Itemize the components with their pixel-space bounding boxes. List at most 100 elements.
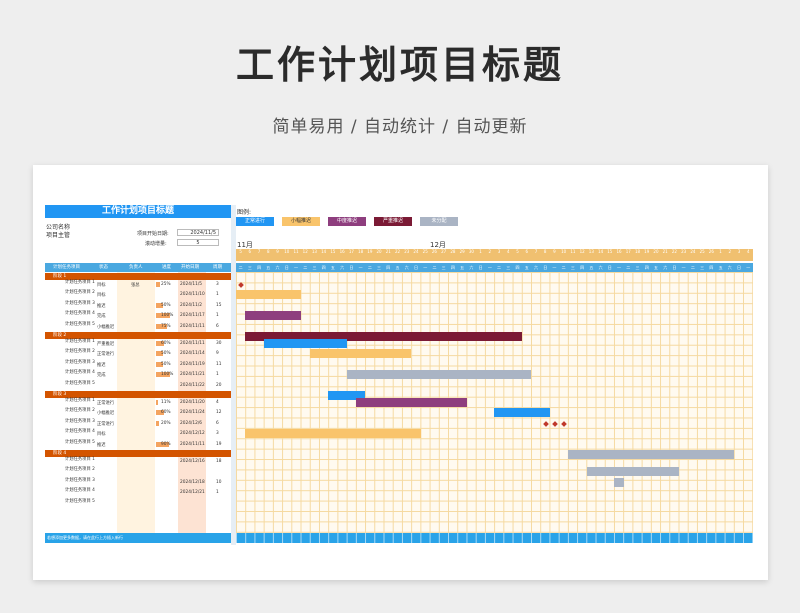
day-number-row: 5 6 7 8 9 10 11 12 13 14 15 16 17 18 19 20 21 22 23 24 25 26 2… xyxy=(236,249,753,256)
table-row[interactable]: 计划任务项目 1 正常进行 11% 2024/11/20 4 xyxy=(45,398,231,408)
day-number: 8 xyxy=(267,249,270,254)
weekday-label: 六 xyxy=(663,265,668,270)
table-row[interactable]: 计划任务项目 4 完成 100% 2024/11/21 1 xyxy=(45,370,231,380)
day-number: 26 xyxy=(431,249,437,254)
weekday-label: 三 xyxy=(312,265,317,270)
start-date-cell: 2024/12/12 xyxy=(180,431,205,437)
progress-cell: 90% xyxy=(161,441,171,447)
weekday-label: 日 xyxy=(543,265,548,270)
day-number: 9 xyxy=(276,249,279,254)
task-name: 计划任务项目 3 xyxy=(65,359,95,365)
table-row[interactable]: 计划任务项目 3 推迟 50% 2024/11/19 11 xyxy=(45,360,231,370)
weekday-label: 日 xyxy=(413,265,418,270)
table-row[interactable]: 计划任务项目 5 2024/11/22 20 xyxy=(45,381,231,391)
progress-cell: 100% xyxy=(161,372,174,378)
weekday-label: 五 xyxy=(266,265,271,270)
scroll-increment-field[interactable]: 5 xyxy=(177,239,219,246)
table-row[interactable]: 计划任务项目 4 目标 2024/12/12 3 xyxy=(45,429,231,439)
table-row[interactable]: 计划任务项目 1 严重推迟 60% 2024/11/11 30 xyxy=(45,339,231,349)
duration-cell: 3 xyxy=(216,282,219,287)
table-row[interactable]: 计划任务项目 3 正常进行 20% 2024/12/6 6 xyxy=(45,419,231,429)
table-row[interactable]: 计划任务项目 2 xyxy=(45,467,231,477)
page-subtitle: 简单易用 / 自动统计 / 自动更新 xyxy=(272,117,528,137)
day-number: 23 xyxy=(681,249,687,254)
weekday-label: 日 xyxy=(672,265,677,270)
weekday-label: 五 xyxy=(330,265,335,270)
weekday-label: 一 xyxy=(293,265,298,270)
weekday-label: 日 xyxy=(349,265,354,270)
day-number: 3 xyxy=(497,249,501,254)
sheet-title: 工作计划项目标题 xyxy=(45,205,231,218)
day-number: 24 xyxy=(690,249,696,254)
gantt-bar xyxy=(355,398,467,407)
scroll-increment-label: 滚动增量: xyxy=(145,241,167,247)
start-date-cell: 2024/11/22 xyxy=(180,382,205,388)
table-row[interactable]: 计划任务项目 5 xyxy=(45,499,231,509)
task-name: 计划任务项目 4 xyxy=(65,370,95,376)
weekday-label: 二 xyxy=(238,265,243,270)
table-row[interactable]: 计划任务项目 5 推迟 90% 2024/11/11 19 xyxy=(45,440,231,450)
weekday-label: 四 xyxy=(321,265,326,270)
start-date-cell: 2024/11/11 xyxy=(180,341,205,346)
day-number: 17 xyxy=(625,249,631,254)
col-header-start: 开始日期 xyxy=(181,265,199,270)
day-number: 22 xyxy=(671,249,677,254)
status-cell: 完成 xyxy=(97,373,106,379)
weekday-label: 三 xyxy=(377,265,382,270)
start-date-cell: 2024/11/24 xyxy=(180,410,205,416)
task-name: 计划任务项目 5 xyxy=(65,439,95,445)
milestone-marker xyxy=(542,420,549,427)
duration-cell: 12 xyxy=(216,410,222,416)
day-number: 11 xyxy=(570,249,576,254)
weekday-label: 日 xyxy=(284,265,289,270)
day-number: 9 xyxy=(553,249,556,254)
duration-cell: 9 xyxy=(216,351,219,357)
progress-cell: 100% xyxy=(161,313,174,319)
table-row[interactable]: 计划任务项目 2 小幅推迟 60% 2024/11/24 12 xyxy=(45,408,231,418)
task-name: 计划任务项目 2 xyxy=(65,467,95,473)
start-date-cell: 2024/11/19 xyxy=(180,361,205,367)
day-number: 1 xyxy=(479,249,482,254)
start-date-field[interactable]: 2024/11/5 xyxy=(177,229,219,236)
gantt-footer xyxy=(236,533,753,543)
weekday-label: 二 xyxy=(690,265,695,270)
spreadsheet-preview: 工作计划项目标题 公司名称 项目主管 项目开始日期: 2024/11/5 滚动增… xyxy=(33,165,768,580)
day-number: 2 xyxy=(728,249,732,254)
day-number: 27 xyxy=(441,249,447,254)
day-number: 5 xyxy=(239,249,242,254)
day-number: 19 xyxy=(367,249,373,254)
col-header-progress: 进度 xyxy=(162,265,171,270)
table-row[interactable]: 计划任务项目 4 2024/12/21 1 xyxy=(45,488,231,498)
table-row[interactable]: 计划任务项目 5 小幅推迟 75% 2024/11/11 6 xyxy=(45,322,231,332)
weekday-label: 三 xyxy=(635,265,640,270)
gantt-bar xyxy=(494,408,550,418)
table-row[interactable]: 计划任务项目 3 2024/12/18 10 xyxy=(45,478,231,488)
day-number: 2 xyxy=(488,249,492,254)
task-name: 计划任务项目 5 xyxy=(65,498,95,504)
weekday-label: 一 xyxy=(617,265,622,270)
group-header: 阶段 2 xyxy=(45,332,231,339)
table-row[interactable]: 计划任务项目 2 目标 2024/11/10 1 xyxy=(45,290,231,300)
duration-cell: 6 xyxy=(216,323,219,329)
task-name: 计划任务项目 3 xyxy=(65,418,95,424)
table-row[interactable]: 计划任务项目 3 推迟 50% 2024/11/2 15 xyxy=(45,301,231,311)
table-row[interactable]: 计划任务项目 1 2024/12/16 18 xyxy=(45,457,231,467)
table-row[interactable]: 计划任务项目 2 正常进行 50% 2024/11/14 9 xyxy=(45,349,231,359)
day-number: 20 xyxy=(376,249,382,254)
start-date-cell: 2024/12/6 xyxy=(180,420,203,426)
owner-cell: 张总 xyxy=(131,283,140,288)
gantt-bar xyxy=(245,429,421,439)
weekday-label: 二 xyxy=(303,265,308,270)
gantt-bar xyxy=(568,450,735,459)
day-number: 13 xyxy=(311,249,317,254)
table-row[interactable]: 计划任务项目 1 目标 张总 25% 2024/11/5 3 xyxy=(45,280,231,290)
legend-item: 正常进行 xyxy=(236,217,274,226)
table-row[interactable]: 计划任务项目 4 完成 100% 2024/11/17 1 xyxy=(45,311,231,321)
day-number: 21 xyxy=(385,249,391,254)
weekday-label: 一 xyxy=(358,265,363,270)
legend-label: 图例: xyxy=(237,209,252,216)
start-date-cell: 2024/12/18 xyxy=(180,479,205,485)
weekday-label: 五 xyxy=(589,265,594,270)
start-date-label: 项目开始日期: xyxy=(137,231,169,237)
task-name: 计划任务项目 4 xyxy=(65,488,95,494)
